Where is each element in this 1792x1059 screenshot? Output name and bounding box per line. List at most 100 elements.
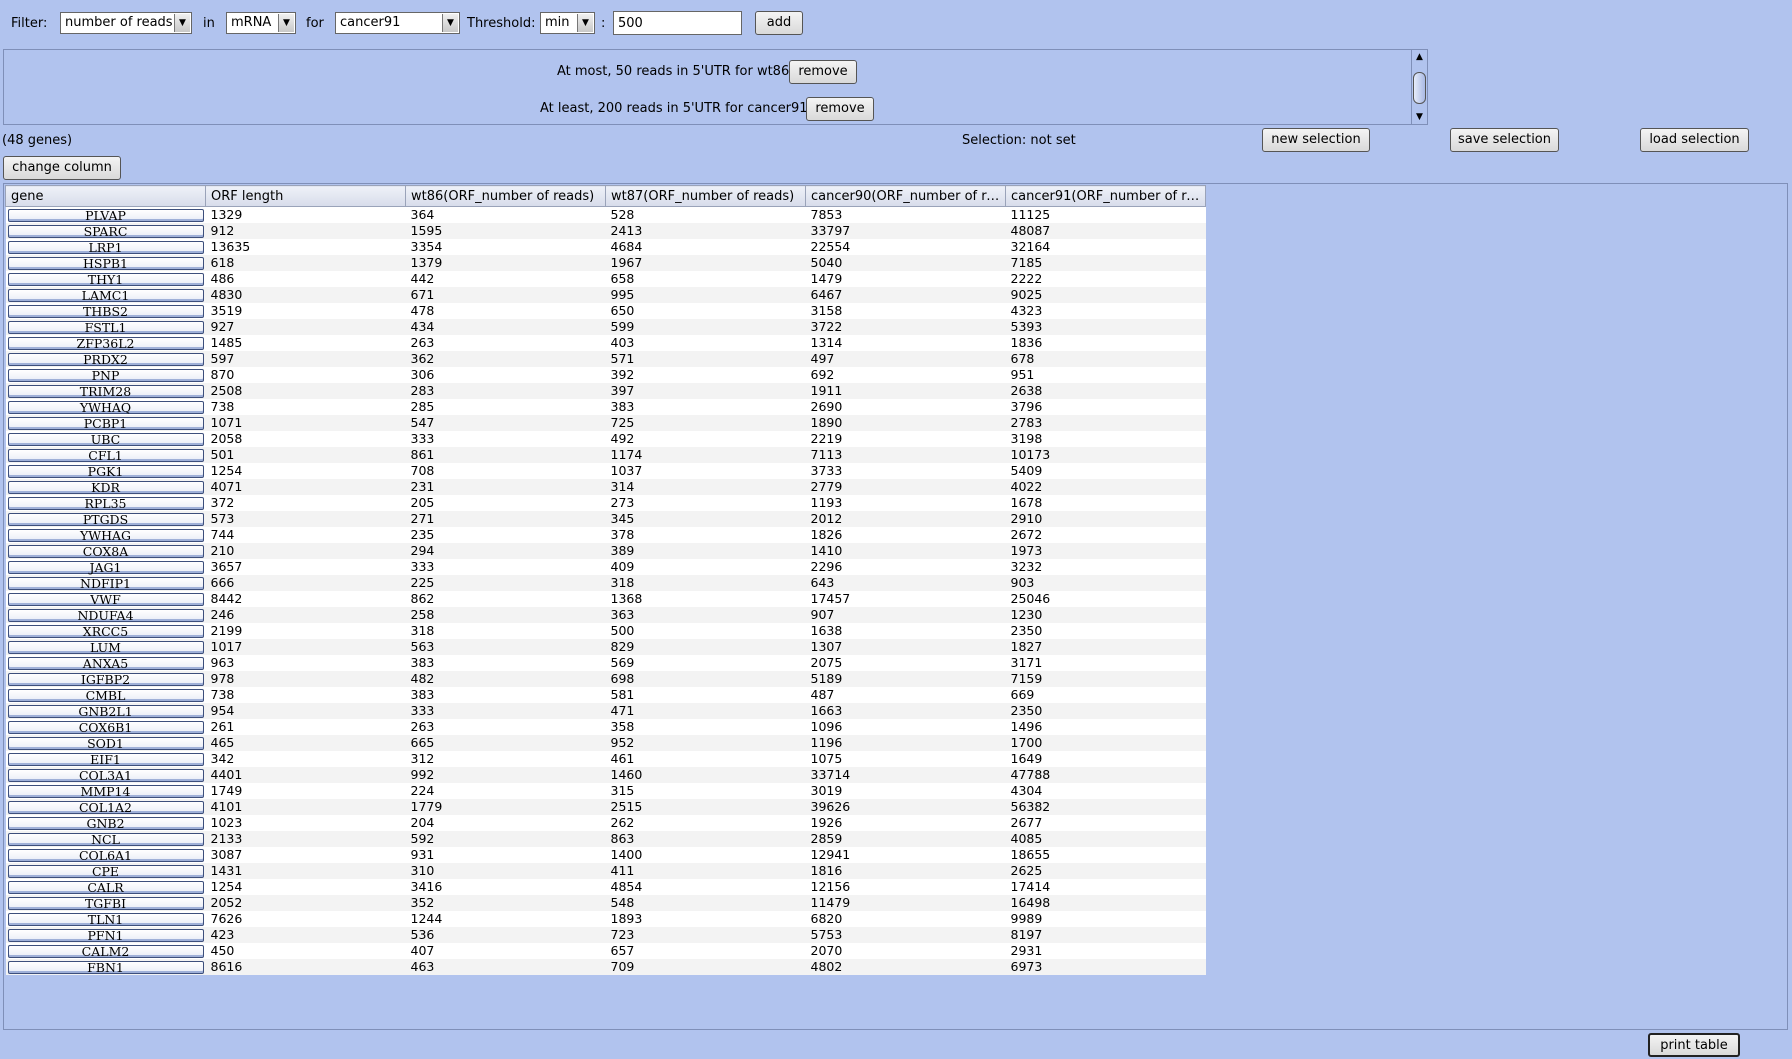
table-cell: 1196 — [805, 735, 1006, 751]
table-cell: 1663 — [805, 703, 1006, 719]
gene-button[interactable]: FSTL1 — [7, 320, 204, 334]
threshold-mode-select[interactable]: min ▼ — [540, 12, 595, 34]
chevron-down-icon: ▼ — [278, 14, 294, 32]
sample-select[interactable]: cancer91 ▼ — [335, 12, 460, 34]
table-cell: 1314 — [805, 335, 1006, 351]
column-header-wt87[interactable]: wt87(ORF_number of reads) — [605, 185, 806, 207]
gene-button[interactable]: JAG1 — [7, 560, 204, 574]
table-cell: 3158 — [805, 303, 1006, 319]
gene-button[interactable]: PFN1 — [7, 928, 204, 942]
scroll-thumb[interactable] — [1413, 72, 1426, 104]
gene-button[interactable]: NDFIP1 — [7, 576, 204, 590]
gene-button[interactable]: LAMC1 — [7, 288, 204, 302]
threshold-input[interactable] — [613, 11, 742, 35]
gene-button[interactable]: COX8A — [7, 544, 204, 558]
gene-button[interactable]: TGFBI — [7, 896, 204, 910]
gene-button[interactable]: SOD1 — [7, 736, 204, 750]
column-header-cancer91[interactable]: cancer91(ORF_number of re... — [1005, 185, 1206, 207]
gene-button[interactable]: ZFP36L2 — [7, 336, 204, 350]
change-column-button[interactable]: change column — [3, 156, 121, 180]
gene-button[interactable]: NDUFA4 — [7, 608, 204, 622]
region-select[interactable]: mRNA ▼ — [226, 12, 296, 34]
remove-filter-button[interactable]: remove — [789, 60, 857, 84]
table-cell: 318 — [405, 623, 606, 639]
gene-button[interactable]: COX6B1 — [7, 720, 204, 734]
table-cell: 273 — [605, 495, 806, 511]
table-cell: 643 — [805, 575, 1006, 591]
gene-button[interactable]: THY1 — [7, 272, 204, 286]
table-row: ANXA5 963 383 569 2075 3171 — [5, 655, 1206, 671]
gene-button[interactable]: PCBP1 — [7, 416, 204, 430]
gene-button[interactable]: PNP — [7, 368, 204, 382]
chevron-down-icon: ▼ — [442, 14, 458, 32]
filter-list-scrollbar[interactable]: ▲ ▼ — [1411, 50, 1427, 124]
gene-button[interactable]: NCL — [7, 832, 204, 846]
gene-button[interactable]: GNB2 — [7, 816, 204, 830]
gene-button[interactable]: CPE — [7, 864, 204, 878]
gene-button[interactable]: VWF — [7, 592, 204, 606]
add-filter-button[interactable]: add — [755, 11, 803, 35]
remove-filter-button[interactable]: remove — [806, 97, 874, 121]
gene-button[interactable]: CALR — [7, 880, 204, 894]
gene-button[interactable]: PLVAP — [7, 208, 204, 222]
gene-button[interactable]: YWHAG — [7, 528, 204, 542]
table-cell: 4085 — [1005, 831, 1206, 847]
gene-button[interactable]: HSPB1 — [7, 256, 204, 270]
table-cell: 1254 — [205, 463, 406, 479]
column-header-wt86[interactable]: wt86(ORF_number of reads) — [405, 185, 606, 207]
table-cell: 1485 — [205, 335, 406, 351]
table-cell: 952 — [605, 735, 806, 751]
table-cell: 1071 — [205, 415, 406, 431]
table-cell: 1410 — [805, 543, 1006, 559]
table-cell: 1037 — [605, 463, 806, 479]
gene-button[interactable]: COL3A1 — [7, 768, 204, 782]
scroll-down-icon[interactable]: ▼ — [1412, 110, 1427, 124]
gene-button[interactable]: THBS2 — [7, 304, 204, 318]
print-table-button[interactable]: print table — [1648, 1033, 1740, 1057]
gene-button[interactable]: IGFBP2 — [7, 672, 204, 686]
table-cell: 2219 — [805, 431, 1006, 447]
gene-cell: PTGDS — [5, 511, 206, 527]
table-cell: 231 — [405, 479, 606, 495]
gene-button[interactable]: ANXA5 — [7, 656, 204, 670]
load-selection-button[interactable]: load selection — [1640, 128, 1749, 152]
gene-button[interactable]: GNB2L1 — [7, 704, 204, 718]
gene-cell: NDUFA4 — [5, 607, 206, 623]
column-header-cancer90[interactable]: cancer90(ORF_number of re... — [805, 185, 1006, 207]
table-cell: 723 — [605, 927, 806, 943]
table-row: EIF1 342 312 461 1075 1649 — [5, 751, 1206, 767]
gene-button[interactable]: XRCC5 — [7, 624, 204, 638]
gene-button[interactable]: UBC — [7, 432, 204, 446]
gene-button[interactable]: RPL35 — [7, 496, 204, 510]
gene-button[interactable]: TLN1 — [7, 912, 204, 926]
gene-button[interactable]: KDR — [7, 480, 204, 494]
table-cell: 1174 — [605, 447, 806, 463]
scroll-up-icon[interactable]: ▲ — [1412, 50, 1427, 64]
gene-button[interactable]: COL1A2 — [7, 800, 204, 814]
gene-button[interactable]: SPARC — [7, 224, 204, 238]
column-header-orf-length[interactable]: ORF length — [205, 185, 406, 207]
gene-button[interactable]: PTGDS — [7, 512, 204, 526]
gene-cell: UBC — [5, 431, 206, 447]
table-row: XRCC5 2199 318 500 1638 2350 — [5, 623, 1206, 639]
gene-button[interactable]: LUM — [7, 640, 204, 654]
gene-button[interactable]: FBN1 — [7, 960, 204, 974]
gene-button[interactable]: COL6A1 — [7, 848, 204, 862]
gene-button[interactable]: CMBL — [7, 688, 204, 702]
gene-button[interactable]: LRP1 — [7, 240, 204, 254]
column-header-gene[interactable]: gene — [5, 185, 206, 207]
gene-button[interactable]: MMP14 — [7, 784, 204, 798]
gene-button[interactable]: EIF1 — [7, 752, 204, 766]
gene-button[interactable]: YWHAQ — [7, 400, 204, 414]
table-cell: 8197 — [1005, 927, 1206, 943]
gene-button[interactable]: CALM2 — [7, 944, 204, 958]
table-row: CALM2 450 407 657 2070 2931 — [5, 943, 1206, 959]
gene-button[interactable]: PGK1 — [7, 464, 204, 478]
save-selection-button[interactable]: save selection — [1450, 128, 1559, 152]
metric-select[interactable]: number of reads ▼ — [60, 12, 192, 34]
gene-button[interactable]: PRDX2 — [7, 352, 204, 366]
gene-button[interactable]: TRIM28 — [7, 384, 204, 398]
new-selection-button[interactable]: new selection — [1262, 128, 1370, 152]
table-cell: 678 — [1005, 351, 1206, 367]
gene-button[interactable]: CFL1 — [7, 448, 204, 462]
